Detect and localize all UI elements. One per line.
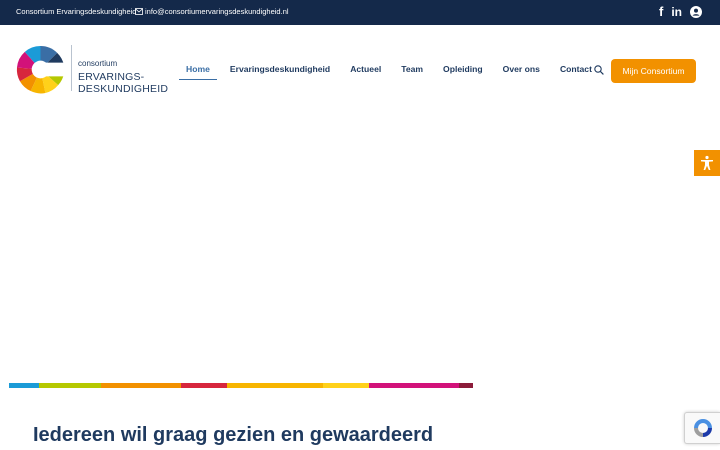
facebook-icon[interactable]: f — [659, 5, 663, 19]
nav-team[interactable]: Team — [391, 64, 433, 74]
accessibility-button[interactable] — [694, 150, 720, 176]
email-text: info@consortiumervaringsdeskundigheid.nl — [145, 7, 289, 16]
nav-ervaringsdeskundigheid[interactable]: Ervaringsdeskundigheid — [220, 64, 340, 74]
logo-small-text: consortium — [78, 59, 118, 68]
accessibility-icon — [701, 155, 713, 170]
top-bar: Consortium Ervaringsdeskundigheid info@c… — [0, 0, 720, 25]
email-link[interactable]: info@consortiumervaringsdeskundigheid.nl — [135, 7, 289, 16]
logo-title-line1: ERVARINGS- — [78, 71, 145, 83]
account-icon[interactable] — [690, 5, 702, 19]
stripe-segment — [369, 383, 459, 388]
mail-icon — [135, 8, 143, 15]
color-stripe — [9, 383, 473, 388]
stripe-segment — [459, 383, 473, 388]
linkedin-icon[interactable]: in — [671, 5, 682, 19]
organization-name: Consortium Ervaringsdeskundigheid — [16, 7, 137, 16]
stripe-segment — [181, 383, 227, 388]
logo-mark-icon — [16, 45, 65, 94]
logo-title: ERVARINGS- DESKUNDIGHEID — [78, 71, 168, 95]
site-logo[interactable]: consortium ERVARINGS- DESKUNDIGHEID — [16, 45, 176, 97]
recaptcha-icon — [693, 419, 712, 437]
logo-title-line2: DESKUNDIGHEID — [78, 83, 169, 95]
stripe-segment — [39, 383, 101, 388]
nav-opleiding[interactable]: Opleiding — [433, 64, 493, 74]
social-links: f in — [659, 5, 702, 19]
nav-home[interactable]: Home — [176, 64, 220, 80]
nav-over-ons[interactable]: Over ons — [493, 64, 550, 74]
search-icon[interactable] — [594, 65, 604, 75]
site-header: consortium ERVARINGS- DESKUNDIGHEID Home… — [0, 25, 720, 115]
stripe-segment — [9, 383, 39, 388]
recaptcha-badge[interactable] — [684, 412, 720, 444]
nav-actueel[interactable]: Actueel — [340, 64, 391, 74]
stripe-segment — [227, 383, 323, 388]
stripe-segment — [101, 383, 181, 388]
hero-headline: Iedereen wil graag gezien en gewaardeerd — [33, 424, 434, 446]
stripe-segment — [323, 383, 369, 388]
main-navigation: Home Ervaringsdeskundigheid Actueel Team… — [176, 64, 602, 80]
mijn-consortium-button[interactable]: Mijn Consortium — [611, 59, 696, 83]
logo-divider — [71, 45, 72, 91]
